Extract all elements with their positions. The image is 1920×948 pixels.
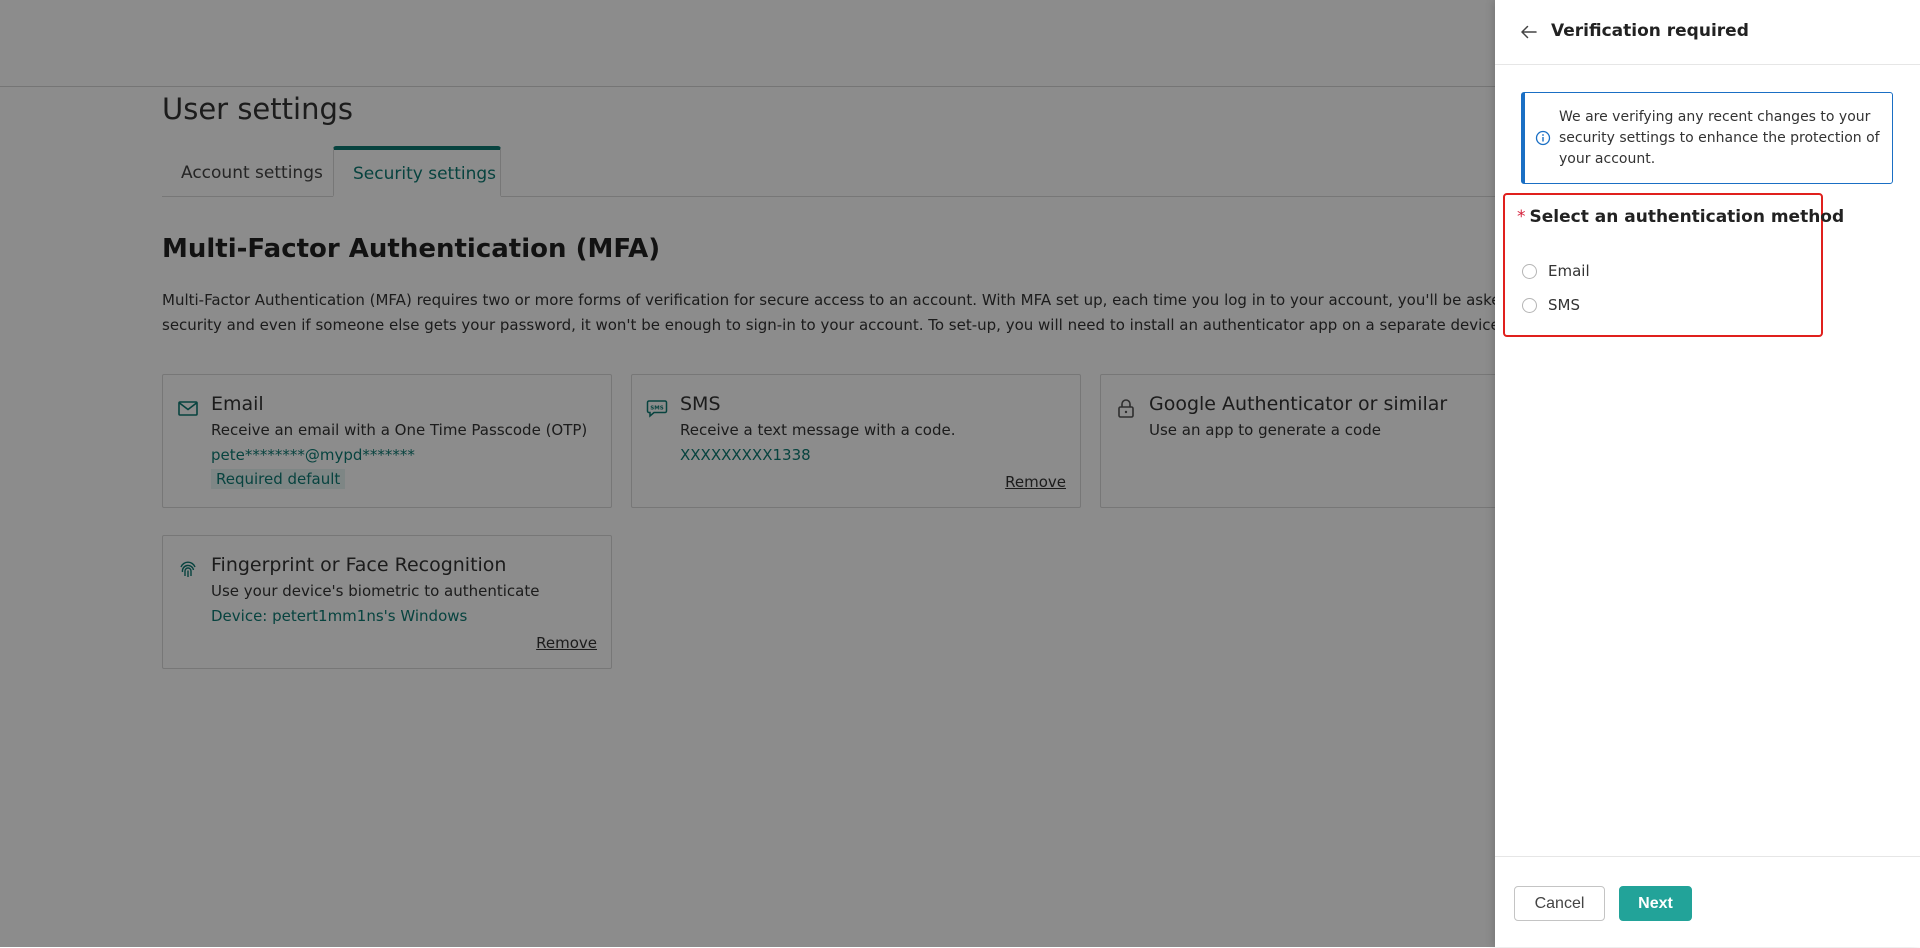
- radio-email[interactable]: [1522, 264, 1537, 279]
- authentication-method-group: * Select an authentication method Email S…: [1503, 193, 1844, 337]
- method-group-label: * Select an authentication method: [1517, 207, 1844, 227]
- info-text: We are verifying any recent changes to y…: [1559, 109, 1880, 167]
- next-button[interactable]: Next: [1619, 886, 1692, 921]
- modal-overlay[interactable]: [0, 0, 1495, 947]
- required-asterisk: *: [1517, 207, 1526, 227]
- radio-label-email: Email: [1548, 262, 1590, 280]
- radio-label-sms: SMS: [1548, 296, 1580, 314]
- cancel-button[interactable]: Cancel: [1514, 886, 1605, 921]
- drawer-footer: Cancel Next: [1495, 856, 1920, 948]
- info-alert: We are verifying any recent changes to y…: [1521, 92, 1893, 184]
- back-arrow-icon[interactable]: [1519, 22, 1539, 42]
- drawer-title: Verification required: [1551, 21, 1749, 41]
- verification-drawer: Verification required We are verifying a…: [1495, 0, 1920, 947]
- radio-sms[interactable]: [1522, 298, 1537, 313]
- info-icon: [1535, 130, 1551, 146]
- drawer-header: Verification required: [1495, 0, 1920, 65]
- method-group-label-text: Select an authentication method: [1529, 207, 1845, 227]
